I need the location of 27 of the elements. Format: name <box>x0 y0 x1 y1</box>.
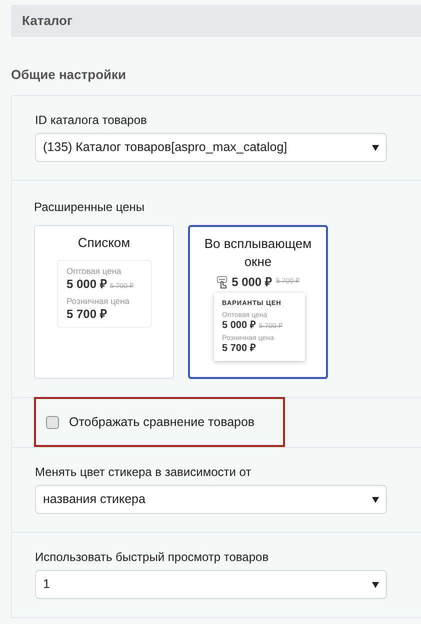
field-label: Расширенные цены <box>34 200 146 215</box>
dropdown-caret-icon <box>372 496 379 502</box>
price-label: Оптовая цена <box>66 266 122 277</box>
checkbox-label: Отображать сравнение товаров <box>69 414 255 431</box>
select-field[interactable]: (135) Каталог товаров[aspro_max_catalog] <box>35 133 387 162</box>
select-value: (135) Каталог товаров[aspro_max_catalog] <box>43 139 288 156</box>
section-title: Каталог <box>22 12 72 30</box>
select-value: 1 <box>43 576 50 594</box>
price-value: 5 700 ₽ <box>222 343 256 356</box>
checkbox[interactable] <box>46 416 59 428</box>
price-value: 5 000 ₽ <box>232 274 272 291</box>
select-field[interactable]: названия стикера <box>35 485 387 514</box>
pointer-hand-icon <box>216 276 228 288</box>
field-label: Использовать быстрый просмотр товаров <box>35 550 270 565</box>
field-label: ID каталога товаров <box>35 113 148 128</box>
dropdown-caret-icon <box>372 144 379 150</box>
price-value: 5 700 ₽ <box>66 306 107 322</box>
option-title: Списком <box>76 234 132 252</box>
field-label: Менять цвет стикера в зависимости от <box>35 465 252 480</box>
price-value: 5 000 ₽ <box>222 320 256 332</box>
price-value: 5 000 ₽ <box>66 277 107 292</box>
dropdown-caret-icon <box>372 582 379 588</box>
option-title: Во всплывающем окне <box>203 235 313 271</box>
select-field[interactable]: 1 <box>35 570 387 599</box>
price-label: Розничная цена <box>66 296 131 306</box>
select-value: названия стикера <box>43 491 146 508</box>
group-heading: Общие настройки <box>11 67 126 82</box>
